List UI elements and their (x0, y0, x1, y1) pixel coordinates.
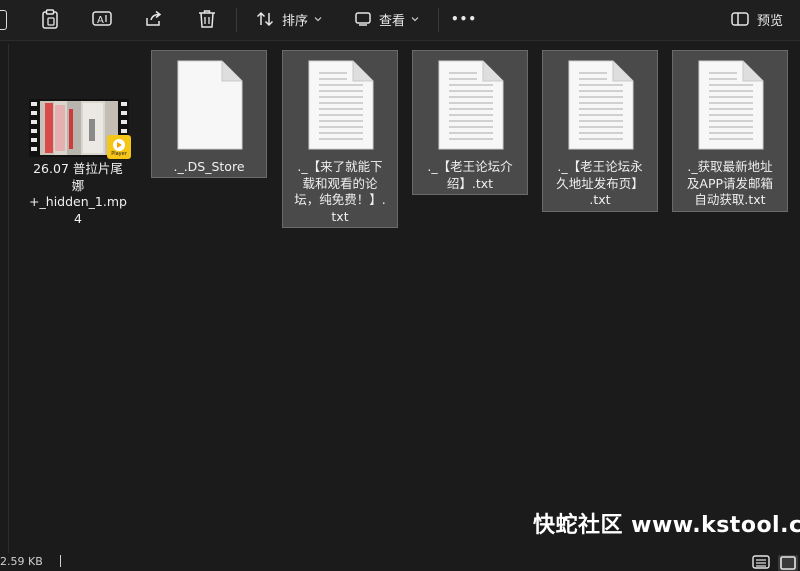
more-icon: ••• (450, 12, 477, 26)
player-badge-label: Player (111, 151, 127, 157)
rename-button[interactable]: A (88, 4, 116, 34)
file-item-txt-4[interactable]: ._获取最新地址 及APP请发邮箱 自动获取.txt (672, 50, 788, 212)
blank-file-icon (176, 59, 244, 151)
view-button[interactable]: 查看 (348, 4, 426, 34)
preview-label: 预览 (756, 13, 783, 29)
sort-button[interactable]: 排序 (250, 4, 328, 34)
tiles-view-button[interactable] (778, 555, 798, 571)
watermark-text: 快蛇社区 www.kstool.cc (533, 513, 800, 538)
chevron-down-icon (314, 16, 322, 22)
sort-label: 排序 (281, 13, 308, 29)
file-explorer-window: A 排序 查看 ••• 预览 Player 26.07 普拉片尾 娜 +_hid… (0, 0, 800, 571)
text-file-icon (567, 59, 635, 151)
command-bar: A 排序 查看 ••• 预览 (0, 0, 800, 41)
file-name: ._获取最新地址 及APP请发邮箱 自动获取.txt (686, 159, 774, 207)
partial-icon[interactable] (0, 10, 7, 30)
file-name: 26.07 普拉片尾 娜 +_hidden_1.mp 4 (29, 161, 127, 226)
selection-size: 2.59 KB (0, 555, 43, 568)
sort-icon (256, 11, 274, 27)
file-item-txt-2[interactable]: ._【老王论坛介 绍】.txt (412, 50, 528, 195)
status-bar: 2.59 KB (0, 553, 800, 571)
file-item-txt-3[interactable]: ._【老王论坛永 久地址发布页】 .txt (542, 50, 658, 212)
file-name: ._【来了就能下 载和观看的论 坛，纯免费！】. txt (294, 159, 386, 224)
file-item-video[interactable]: Player 26.07 普拉片尾 娜 +_hidden_1.mp 4 (24, 92, 132, 232)
text-file-icon (437, 59, 505, 151)
details-view-button[interactable] (752, 555, 772, 571)
share-icon (144, 10, 164, 28)
file-name: ._【老王论坛永 久地址发布页】 .txt (556, 159, 644, 207)
toolbar-divider (438, 8, 439, 32)
trash-icon (198, 9, 216, 29)
details-view-icon (752, 555, 770, 571)
view-icon (355, 12, 371, 26)
preview-pane-icon (731, 12, 749, 26)
toolbar-divider (236, 8, 237, 32)
paste-icon (41, 9, 59, 29)
chevron-down-icon (411, 16, 419, 22)
paste-button[interactable] (36, 4, 64, 34)
file-name: ._.DS_Store (173, 159, 245, 174)
svg-text:A: A (97, 15, 104, 26)
share-button[interactable] (140, 4, 168, 34)
tiles-view-icon (778, 556, 798, 571)
delete-button[interactable] (193, 4, 221, 34)
player-badge-icon: Player (107, 135, 131, 159)
file-item-ds-store[interactable]: ._.DS_Store (151, 50, 267, 178)
more-options-button[interactable]: ••• (448, 4, 480, 34)
text-file-icon (307, 59, 375, 151)
text-file-icon (697, 59, 765, 151)
status-divider (60, 555, 61, 567)
file-name: ._【老王论坛介 绍】.txt (427, 159, 513, 191)
pane-divider (8, 44, 9, 554)
file-item-txt-1[interactable]: ._【来了就能下 载和观看的论 坛，纯免费！】. txt (282, 50, 398, 228)
preview-pane-button[interactable]: 预览 (724, 4, 790, 34)
rename-icon: A (92, 10, 112, 28)
view-label: 查看 (378, 13, 405, 29)
